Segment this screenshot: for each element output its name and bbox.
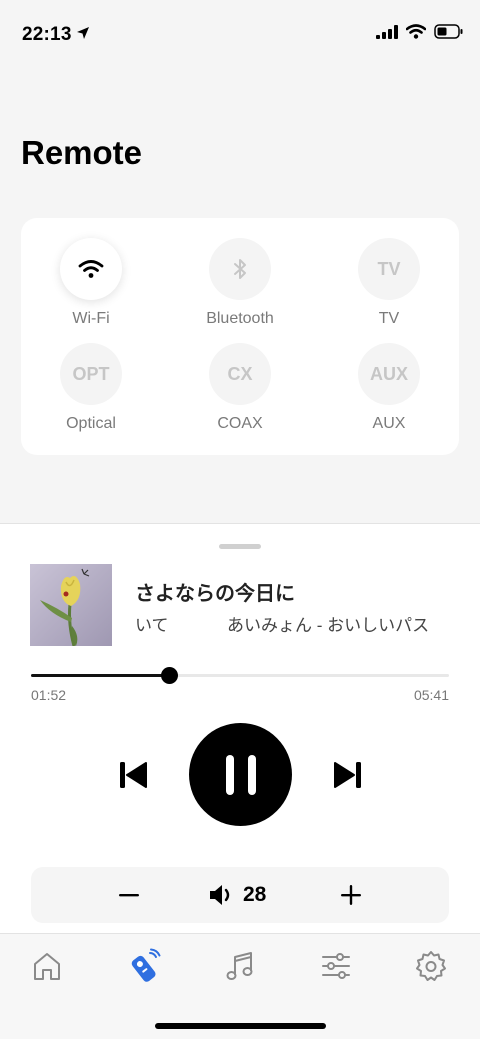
source-coax-label: COAX [217,415,263,432]
track-subtitle-marquee: いて あいみょん - おいしいパス [135,611,455,635]
source-optical-button[interactable]: OPT [60,343,122,405]
location-arrow-icon [77,27,89,39]
cellular-signal-icon [376,24,398,39]
source-aux-label: AUX [372,415,406,432]
source-wifi-button[interactable] [60,238,122,300]
source-tv-button[interactable]: TV [358,238,420,300]
source-bluetooth-label: Bluetooth [206,310,274,327]
track-subtitle-right: あいみょん - おいしいパス [227,616,430,635]
progress-fill [31,674,169,677]
source-optical-label: Optical [66,415,116,432]
battery-icon [434,24,463,39]
tab-home[interactable] [29,948,65,984]
page-title: Remote [21,134,143,171]
status-time: 22:13 [22,24,72,45]
drag-handle[interactable] [219,544,261,549]
next-track-button[interactable] [333,760,363,790]
album-art-image [30,564,112,646]
tab-bar [0,933,480,1039]
source-aux-button[interactable]: AUX [358,343,420,405]
tab-equalizer[interactable] [318,948,354,984]
source-tv[interactable]: TV TV [319,238,459,328]
track-title: さよならの今日に [135,583,295,605]
status-icons [376,24,464,39]
volume-value: 28 [243,883,267,906]
wifi-status-icon [406,24,426,39]
bluetooth-icon [234,259,246,279]
source-wifi-label: Wi-Fi [72,310,110,327]
source-aux[interactable]: AUX AUX [319,343,459,433]
home-indicator [155,1023,326,1029]
source-bluetooth[interactable]: Bluetooth [170,238,310,328]
volume-up-button[interactable] [337,881,365,909]
time-elapsed: 01:52 [31,687,67,703]
track-subtitle-left: いて [135,616,169,635]
progress-slider[interactable] [31,667,449,684]
progress-knob[interactable] [160,667,178,684]
status-bar: 22:13 [0,0,480,70]
source-coax[interactable]: CX COAX [170,343,310,433]
tab-music[interactable] [222,948,258,984]
source-coax-button[interactable]: CX [209,343,271,405]
source-optical[interactable]: OPT Optical [21,343,161,433]
source-bluetooth-button[interactable] [209,238,271,300]
tab-settings[interactable] [413,948,449,984]
volume-down-button[interactable] [115,881,143,909]
volume-control: 28 [31,867,449,923]
tab-remote[interactable] [125,948,161,984]
album-art[interactable] [30,564,112,646]
source-wifi[interactable]: Wi-Fi [21,238,161,328]
previous-track-button[interactable] [118,760,148,790]
source-tv-label: TV [378,310,400,327]
source-selector-card: Wi-Fi Bluetooth TV TV OPT Optical CX COA… [21,218,459,455]
pause-icon [225,754,256,795]
wifi-icon [78,260,104,278]
time-total: 05:41 [413,687,449,703]
now-playing-panel: さよならの今日に いて あいみょん - おいしいパス 01:52 05:41 2… [0,523,480,933]
speaker-icon [210,885,230,905]
pause-button[interactable] [189,723,292,826]
